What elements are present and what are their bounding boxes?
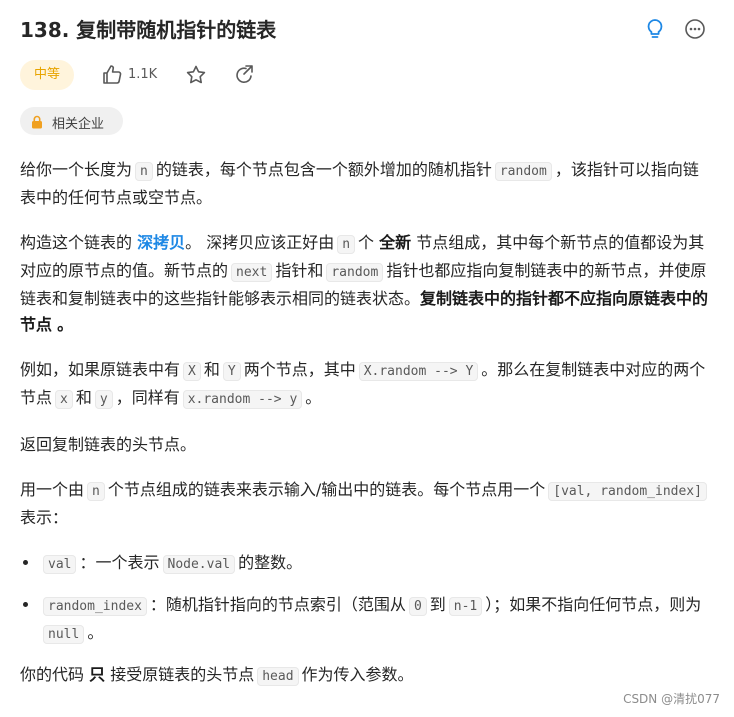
text-run: 接受原链表的头节点	[110, 665, 255, 684]
inline-code: head	[257, 667, 299, 686]
thumbs-up-icon	[103, 65, 122, 84]
text-run: 。 深拷贝应该正好由	[185, 233, 335, 252]
inline-code: n	[135, 162, 153, 181]
text-run: ，同样有	[115, 388, 180, 407]
bold-text: 。	[57, 315, 74, 334]
text-run: 构造这个链表的	[20, 233, 133, 252]
list-item: random_index：随机指针指向的节点索引（范围从0到n-1）；如果不指向…	[40, 592, 710, 648]
text-run: 和	[75, 388, 92, 407]
inline-code: X	[183, 362, 201, 381]
problem-description: 给你一个长度为 n 的链表，每个节点包含一个额外增加的随机指针 random ，该指针可…	[20, 157, 710, 709]
lock-icon	[30, 114, 44, 133]
text-run: 个节点组成的链表来表示输入/输出中的链表。每个节点用一个	[107, 480, 546, 499]
inline-code: Y	[222, 362, 241, 381]
inline-code: y	[94, 390, 113, 409]
text-run: 作为传入参数。	[301, 665, 414, 684]
meta-row: 中等 1.1K	[20, 60, 720, 92]
text-run: 表示：	[20, 508, 69, 527]
difficulty-badge: 中等	[20, 60, 74, 90]
text-run: 你的代码	[20, 665, 85, 684]
bold-text: 全新	[379, 233, 412, 252]
company-tag-label: 相关企业	[52, 117, 105, 132]
text-run: 的链表，每个节点包含一个额外增加的随机指针	[155, 160, 492, 179]
text-run: 。	[305, 388, 322, 407]
text-run: ：一个表示	[79, 553, 160, 572]
inline-code: random	[494, 162, 552, 181]
text-run: 指针和	[275, 261, 324, 280]
text-run: 个	[358, 233, 375, 252]
description-paragraph: 构造这个链表的 深拷贝。 深拷贝应该正好由 n 个 全新 节点组成，其中每个新节点的…	[20, 230, 710, 338]
text-run: 的整数。	[238, 553, 303, 572]
text-run: ）；如果不指向任何节点，则为	[485, 595, 702, 614]
inline-code: Node.val	[162, 555, 236, 574]
watermark: CSDN @清扰077	[623, 692, 720, 706]
inline-code: n-1	[448, 597, 483, 616]
inline-code: n	[337, 235, 356, 254]
share-icon[interactable]	[232, 63, 256, 87]
text-run: 。	[87, 623, 104, 642]
star-icon[interactable]	[184, 63, 208, 87]
text-run: 例如，如果原链表中有	[20, 360, 181, 379]
lightbulb-icon[interactable]	[642, 16, 668, 42]
inline-code: null	[43, 625, 85, 644]
inline-code: val	[43, 555, 77, 574]
inline-code: [val, random_index]	[548, 482, 707, 501]
problem-title: 138. 复制带随机指针的链表	[20, 18, 277, 42]
text-run: 两个节点，其中	[243, 360, 356, 379]
description-paragraph: 用一个由 n 个节点组成的链表来表示输入/输出中的链表。每个节点用一个 [val, r…	[20, 477, 710, 531]
bold-text: 只	[89, 665, 106, 684]
inline-code: 0	[408, 597, 427, 616]
more-icon[interactable]	[682, 16, 708, 42]
text-run: ：随机指针指向的节点索引（范围从	[149, 595, 406, 614]
text-run: 和	[203, 360, 220, 379]
inline-code: x	[55, 390, 73, 409]
description-paragraph: 你的代码 只 接受原链表的头节点 head 作为传入参数。	[20, 662, 710, 690]
inline-code: n	[87, 482, 105, 501]
field-list: val：一个表示Node.val的整数。 random_index：随机指针指向…	[20, 550, 710, 648]
inline-code: random	[326, 263, 384, 282]
title-row: 138. 复制带随机指针的链表	[20, 14, 712, 46]
text-run: 给你一个长度为	[20, 160, 133, 179]
description-paragraph: 返回复制链表的头节点。	[20, 435, 197, 454]
company-tag[interactable]: 相关企业	[20, 107, 123, 135]
text-run: 到	[429, 595, 446, 614]
text-run: 用一个由	[20, 480, 85, 499]
list-item: val：一个表示Node.val的整数。	[40, 550, 710, 578]
like-count: 1.1K	[128, 67, 158, 82]
inline-code: random_index	[43, 597, 147, 616]
description-paragraph: 例如，如果原链表中有 X 和 Y 两个节点，其中 X.random --> Y 。那么在复制…	[20, 357, 710, 413]
description-paragraph: 给你一个长度为 n 的链表，每个节点包含一个额外增加的随机指针 random ，该指针可…	[20, 157, 710, 211]
deep-copy-link[interactable]: 深拷贝	[137, 233, 185, 252]
inline-code: x.random --> y	[182, 390, 303, 409]
inline-code: X.random --> Y	[358, 362, 479, 381]
inline-code: next	[231, 263, 273, 282]
